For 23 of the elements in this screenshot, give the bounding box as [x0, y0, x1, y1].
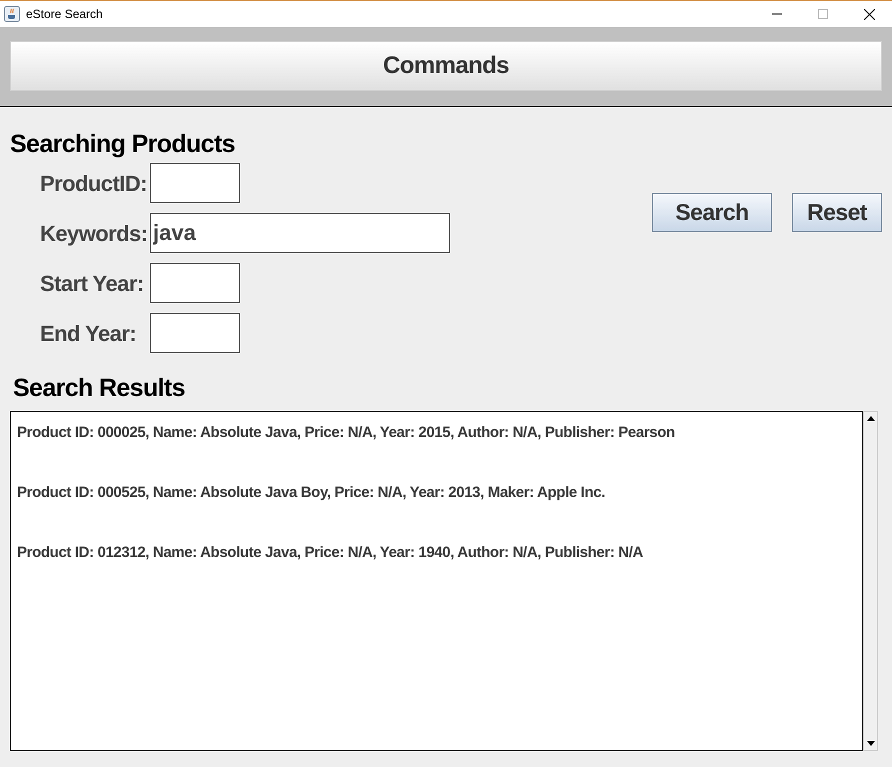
commands-button[interactable]: Commands — [10, 41, 882, 91]
window-title: eStore Search — [26, 6, 103, 23]
section-title: Searching Products — [10, 129, 236, 159]
result-line: Product ID: 000525, Name: Absolute Java Boy, Price: N/A, Year: 2013, Maker: Apple Inc. — [17, 483, 606, 503]
input-field[interactable] — [150, 263, 240, 303]
close-icon — [864, 8, 874, 20]
action-button[interactable]: Search — [652, 193, 772, 232]
result-line: Product ID: 000025, Name: Absolute Java, Price: N/A, Year: 2015, Author: N/A, Publisher: Pearson — [17, 423, 676, 443]
scrollbar[interactable] — [863, 411, 878, 751]
coffee-cup-icon — [4, 6, 20, 22]
field-label: ProductID: — [40, 170, 148, 198]
scroll-down-icon[interactable] — [866, 741, 874, 746]
result-line: Product ID: 012312, Name: Absolute Java, Price: N/A, Year: 1940, Author: N/A, Publisher: N/A — [17, 543, 644, 563]
maximize-icon — [818, 9, 828, 19]
input-field[interactable] — [150, 313, 240, 353]
field-label: Start Year: — [40, 270, 145, 298]
field-label: End Year: — [40, 320, 138, 348]
field-label: Keywords: — [40, 220, 149, 248]
input-field[interactable]: java — [150, 213, 450, 253]
scroll-up-icon[interactable] — [866, 416, 874, 421]
section-title: Search Results — [12, 373, 186, 403]
action-button[interactable]: Reset — [792, 193, 882, 232]
input-field[interactable] — [150, 163, 240, 203]
